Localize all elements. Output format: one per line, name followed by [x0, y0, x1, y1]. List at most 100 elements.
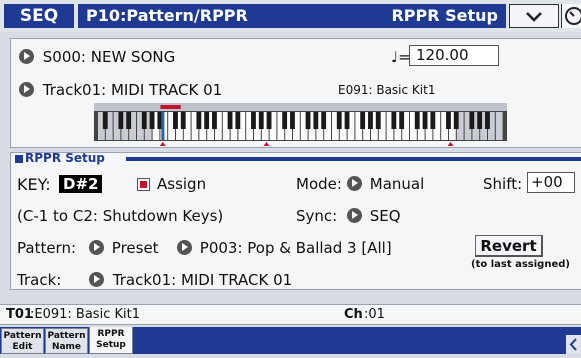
tab-label-line1: Pattern [3, 331, 42, 341]
keyboard-display[interactable] [94, 103, 507, 147]
black-key [360, 112, 366, 129]
revert-note: (to last assigned) [471, 259, 570, 270]
tempo-field[interactable]: 120.00 [409, 45, 499, 66]
shift-field[interactable]: +00 [527, 172, 575, 193]
chevron-left-icon [569, 338, 577, 351]
white-key [495, 112, 503, 140]
key-pointer-marker [263, 142, 270, 146]
black-key [180, 112, 186, 129]
page-menu-button[interactable] [509, 4, 559, 28]
key-field[interactable]: D#2 [59, 174, 103, 193]
tab-label-line2: Name [51, 342, 82, 352]
rppr-setup-panel: RPPR Setup KEY: D#2 Assign Mode: Manual … [10, 151, 581, 290]
popup-arrow-icon [19, 49, 34, 64]
shift-label: Shift: [483, 175, 523, 193]
black-key [399, 112, 405, 129]
black-key [469, 112, 475, 129]
black-key [126, 112, 132, 129]
black-key [118, 112, 124, 129]
black-key [375, 112, 381, 129]
black-key [227, 112, 233, 129]
black-key [266, 112, 272, 129]
status-program: :E091: Basic Kit1 [30, 307, 140, 322]
mode-indicator[interactable]: SEQ [4, 4, 74, 28]
popup-arrow-icon [89, 272, 104, 287]
tab-pattern-edit[interactable]: Pattern Edit [1, 328, 44, 354]
key-value: D#2 [59, 175, 103, 193]
black-key [336, 112, 342, 129]
black-key [422, 112, 428, 129]
black-key [196, 112, 202, 129]
page-tab-bar: Pattern Edit Pattern Name RPPR Setup [0, 327, 581, 354]
black-key [258, 112, 264, 129]
tab-rppr-setup[interactable]: RPPR Setup [89, 327, 133, 354]
tab-label-line2: Setup [96, 340, 126, 350]
tempo-label: ♩= [391, 48, 411, 66]
black-key [305, 112, 311, 129]
mode-select[interactable]: Manual [347, 175, 424, 193]
song-track-panel: S000: NEW SONG ♩= 120.00 Track01: MIDI T… [10, 38, 581, 148]
tab-label-line2: Edit [12, 342, 33, 352]
song-select[interactable]: S000: NEW SONG [19, 48, 175, 66]
mode-value: Manual [369, 175, 425, 193]
black-key [149, 112, 155, 129]
sync-label: Sync: [296, 207, 338, 225]
popup-arrow-icon [89, 240, 104, 255]
clock-icon [565, 7, 581, 25]
rppr-section-header: RPPR Setup [11, 151, 581, 165]
status-channel-value: :01 [364, 307, 385, 322]
black-key [446, 112, 451, 129]
black-key [453, 112, 459, 129]
popup-arrow-icon [347, 176, 362, 191]
black-key [430, 112, 436, 129]
clock-button[interactable] [561, 4, 581, 28]
black-key [290, 112, 295, 129]
rppr-section-title: RPPR Setup [25, 151, 105, 165]
revert-button[interactable]: Revert [475, 235, 543, 257]
black-key [251, 112, 256, 129]
black-key [173, 112, 178, 129]
status-track: T01 [6, 307, 33, 322]
pattern-bank-select[interactable]: Preset [89, 239, 159, 257]
black-key [235, 112, 241, 129]
assign-checkbox[interactable] [137, 178, 150, 191]
pattern-bank-value: Preset [111, 239, 159, 257]
tab-label-line1: RPPR [97, 329, 125, 339]
black-key [485, 112, 490, 129]
black-key [477, 112, 483, 129]
track-name: Track01: MIDI TRACK 01 [42, 81, 223, 99]
pattern-select[interactable]: P003: Pop & Ballad 3 [All] [177, 239, 392, 257]
sync-select[interactable]: SEQ [347, 207, 401, 225]
active-key-marker [161, 112, 165, 140]
popup-arrow-icon [177, 240, 192, 255]
sync-value: SEQ [369, 207, 401, 225]
scroll-left-button[interactable] [566, 335, 581, 354]
tab-pattern-name[interactable]: Pattern Name [45, 328, 88, 354]
black-key [321, 112, 327, 129]
popup-arrow-icon [347, 208, 362, 223]
black-key [391, 112, 397, 129]
key-pointer-marker [159, 142, 166, 146]
black-key [282, 112, 288, 129]
tab-label-line1: Pattern [47, 331, 86, 341]
rppr-track-select[interactable]: Track01: MIDI TRACK 01 [89, 271, 292, 289]
black-key [204, 112, 210, 129]
song-name: S000: NEW SONG [42, 48, 176, 66]
page-tab-title: RPPR Setup [391, 6, 498, 25]
track-label: Track: [17, 271, 62, 289]
mode-label: Mode: [296, 175, 342, 193]
status-bar: T01 :E091: Basic Kit1 Ch :01 [0, 304, 581, 325]
black-key [313, 112, 319, 129]
black-key [102, 112, 108, 129]
black-key [141, 112, 147, 129]
track-select[interactable]: Track01: MIDI TRACK 01 [19, 81, 222, 99]
checkbox-icon [137, 178, 150, 191]
rppr-track-value: Track01: MIDI TRACK 01 [112, 271, 293, 289]
key-range-marker [160, 105, 181, 109]
pattern-label: Pattern: [17, 239, 77, 257]
shutdown-keys-note: (C-1 to C2: Shutdown Keys) [17, 207, 224, 225]
assign-label: Assign [157, 175, 207, 193]
popup-arrow-icon [19, 82, 34, 97]
black-key [368, 112, 373, 129]
status-channel-label: Ch [344, 307, 363, 322]
